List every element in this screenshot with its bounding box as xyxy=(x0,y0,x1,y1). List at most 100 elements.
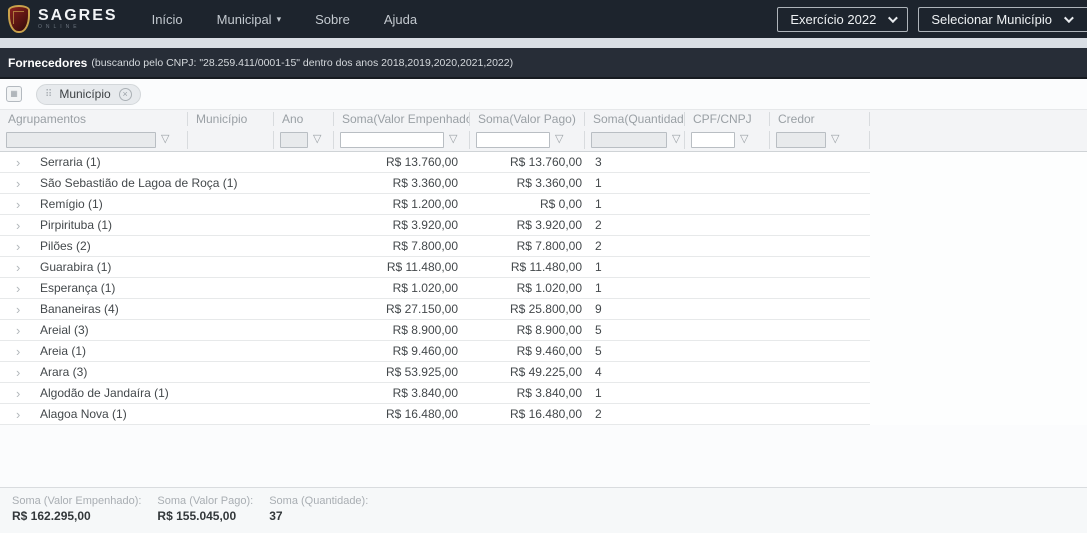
row-quantidade: 9 xyxy=(585,302,685,316)
row-valor-pago: R$ 9.460,00 xyxy=(470,344,585,358)
filter-input-credor xyxy=(776,132,826,148)
row-group-label: Areia (1) xyxy=(40,344,86,358)
group-panel: ▦ ⠿ Município × xyxy=(0,79,1087,109)
table-row[interactable]: › Pilões (2) R$ 7.800,00 R$ 7.800,00 2 xyxy=(0,236,870,257)
expand-chevron-icon[interactable]: › xyxy=(0,324,40,337)
row-quantidade: 2 xyxy=(585,407,685,421)
chip-close-icon[interactable]: × xyxy=(119,88,132,101)
column-header-municipio[interactable]: Município xyxy=(188,112,274,126)
table-row[interactable]: › Esperança (1) R$ 1.020,00 R$ 1.020,00 … xyxy=(0,278,870,299)
table-row[interactable]: › Areia (1) R$ 9.460,00 R$ 9.460,00 5 xyxy=(0,341,870,362)
nav-item-inicio[interactable]: Início xyxy=(152,12,183,27)
expand-chevron-icon[interactable]: › xyxy=(0,261,40,274)
column-header-valor-empenhado[interactable]: Soma(Valor Empenhado) xyxy=(334,112,470,126)
expand-chevron-icon[interactable]: › xyxy=(0,219,40,232)
drag-handle-icon[interactable]: ⠿ xyxy=(45,89,51,100)
filter-funnel-icon[interactable]: ▽ xyxy=(672,134,680,145)
brand-subtitle: ONLINE xyxy=(38,24,118,31)
row-quantidade: 1 xyxy=(585,260,685,274)
expand-chevron-icon[interactable]: › xyxy=(0,198,40,211)
filter-funnel-icon[interactable]: ▽ xyxy=(449,134,457,145)
filter-cell-quantidade: ▽ xyxy=(585,131,685,149)
row-quantidade: 5 xyxy=(585,344,685,358)
table-row[interactable]: › Guarabira (1) R$ 11.480,00 R$ 11.480,0… xyxy=(0,257,870,278)
filter-input-valor-pago[interactable] xyxy=(476,132,550,148)
group-cell: › Serraria (1) xyxy=(0,155,334,169)
filter-funnel-icon[interactable]: ▽ xyxy=(740,134,748,145)
row-valor-pago: R$ 11.480,00 xyxy=(470,260,585,274)
group-cell: › São Sebastião de Lagoa de Roça (1) xyxy=(0,176,334,190)
column-header-cpf-cnpj[interactable]: CPF/CNPJ xyxy=(685,112,770,126)
filter-funnel-icon[interactable]: ▽ xyxy=(313,134,321,145)
column-header-agrupamentos[interactable]: Agrupamentos xyxy=(0,112,188,126)
filter-funnel-icon[interactable]: ▽ xyxy=(555,134,563,145)
filter-funnel-icon[interactable]: ▽ xyxy=(161,134,169,145)
exercicio-dropdown[interactable]: Exercício 2022 xyxy=(777,7,908,32)
table-row[interactable]: › Remígio (1) R$ 1.200,00 R$ 0,00 1 xyxy=(0,194,870,215)
filter-funnel-icon[interactable]: ▽ xyxy=(831,134,839,145)
expand-chevron-icon[interactable]: › xyxy=(0,156,40,169)
table-row[interactable]: › Areial (3) R$ 8.900,00 R$ 8.900,00 5 xyxy=(0,320,870,341)
row-quantidade: 1 xyxy=(585,386,685,400)
column-header-valor-pago[interactable]: Soma(Valor Pago) xyxy=(470,112,585,126)
table-row[interactable]: › São Sebastião de Lagoa de Roça (1) R$ … xyxy=(0,173,870,194)
group-cell: › Esperança (1) xyxy=(0,281,334,295)
row-valor-empenhado: R$ 1.020,00 xyxy=(334,281,470,295)
info-bar: Fornecedores (buscando pelo CNPJ: "28.25… xyxy=(0,48,1087,79)
expand-chevron-icon[interactable]: › xyxy=(0,177,40,190)
table-row[interactable]: › Bananeiras (4) R$ 27.150,00 R$ 25.800,… xyxy=(0,299,870,320)
expand-chevron-icon[interactable]: › xyxy=(0,240,40,253)
page-title: Fornecedores xyxy=(8,56,87,70)
filter-input-ano xyxy=(280,132,308,148)
expand-chevron-icon[interactable]: › xyxy=(0,408,40,421)
column-header-quantidade[interactable]: Soma(Quantidade) xyxy=(585,112,685,126)
nav-item-ajuda[interactable]: Ajuda xyxy=(384,12,417,27)
row-valor-empenhado: R$ 1.200,00 xyxy=(334,197,470,211)
expand-chevron-icon[interactable]: › xyxy=(0,303,40,316)
summary-value: R$ 155.045,00 xyxy=(157,509,253,523)
table-row[interactable]: › Pirpirituba (1) R$ 3.920,00 R$ 3.920,0… xyxy=(0,215,870,236)
filter-input-quantidade xyxy=(591,132,667,148)
group-cell: › Arara (3) xyxy=(0,365,334,379)
row-valor-empenhado: R$ 9.460,00 xyxy=(334,344,470,358)
selecionar-municipio-dropdown[interactable]: Selecionar Município xyxy=(918,7,1087,32)
summary-label: Soma (Quantidade): xyxy=(269,495,368,507)
filter-input-cpf-cnpj[interactable] xyxy=(691,132,735,148)
nav-item-label: Início xyxy=(152,12,183,27)
row-group-label: Pilões (2) xyxy=(40,239,91,253)
row-quantidade: 1 xyxy=(585,281,685,295)
expand-chevron-icon[interactable]: › xyxy=(0,387,40,400)
column-header-credor[interactable]: Credor xyxy=(770,112,870,126)
row-quantidade: 1 xyxy=(585,176,685,190)
summary-quantidade: Soma (Quantidade): 37 xyxy=(269,495,368,533)
group-cell: › Remígio (1) xyxy=(0,197,334,211)
row-valor-pago: R$ 7.800,00 xyxy=(470,239,585,253)
expand-chevron-icon[interactable]: › xyxy=(0,366,40,379)
row-valor-empenhado: R$ 13.760,00 xyxy=(334,155,470,169)
group-chip-municipio[interactable]: ⠿ Município × xyxy=(36,84,141,105)
expand-chevron-icon[interactable]: › xyxy=(0,345,40,358)
column-header-ano[interactable]: Ano xyxy=(274,112,334,126)
nav-item-municipal[interactable]: Municipal ▾ xyxy=(217,12,281,27)
filter-input-valor-empenhado[interactable] xyxy=(340,132,444,148)
summary-label: Soma (Valor Pago): xyxy=(157,495,253,507)
expand-chevron-icon[interactable]: › xyxy=(0,282,40,295)
column-chooser-button[interactable]: ▦ xyxy=(6,86,22,102)
table-row[interactable]: › Arara (3) R$ 53.925,00 R$ 49.225,00 4 xyxy=(0,362,870,383)
filter-input-agrupamentos xyxy=(6,132,156,148)
table-row[interactable]: › Algodão de Jandaíra (1) R$ 3.840,00 R$… xyxy=(0,383,870,404)
group-cell: › Algodão de Jandaíra (1) xyxy=(0,386,334,400)
filter-cell-credor: ▽ xyxy=(770,131,870,149)
divider-band xyxy=(0,38,1087,48)
row-valor-empenhado: R$ 7.800,00 xyxy=(334,239,470,253)
nav-item-sobre[interactable]: Sobre xyxy=(315,12,350,27)
table-row[interactable]: › Alagoa Nova (1) R$ 16.480,00 R$ 16.480… xyxy=(0,404,870,425)
page-subtitle: (buscando pelo CNPJ: "28.259.411/0001-15… xyxy=(91,57,513,69)
navbar-right-controls: Exercício 2022 Selecionar Município xyxy=(777,0,1087,38)
row-valor-empenhado: R$ 53.925,00 xyxy=(334,365,470,379)
summary-label: Soma (Valor Empenhado): xyxy=(12,495,141,507)
nav-item-label: Ajuda xyxy=(384,12,417,27)
filter-cell-municipio xyxy=(188,131,274,149)
table-row[interactable]: › Serraria (1) R$ 13.760,00 R$ 13.760,00… xyxy=(0,152,870,173)
nav-menu: Início Municipal ▾ Sobre Ajuda xyxy=(152,12,417,27)
